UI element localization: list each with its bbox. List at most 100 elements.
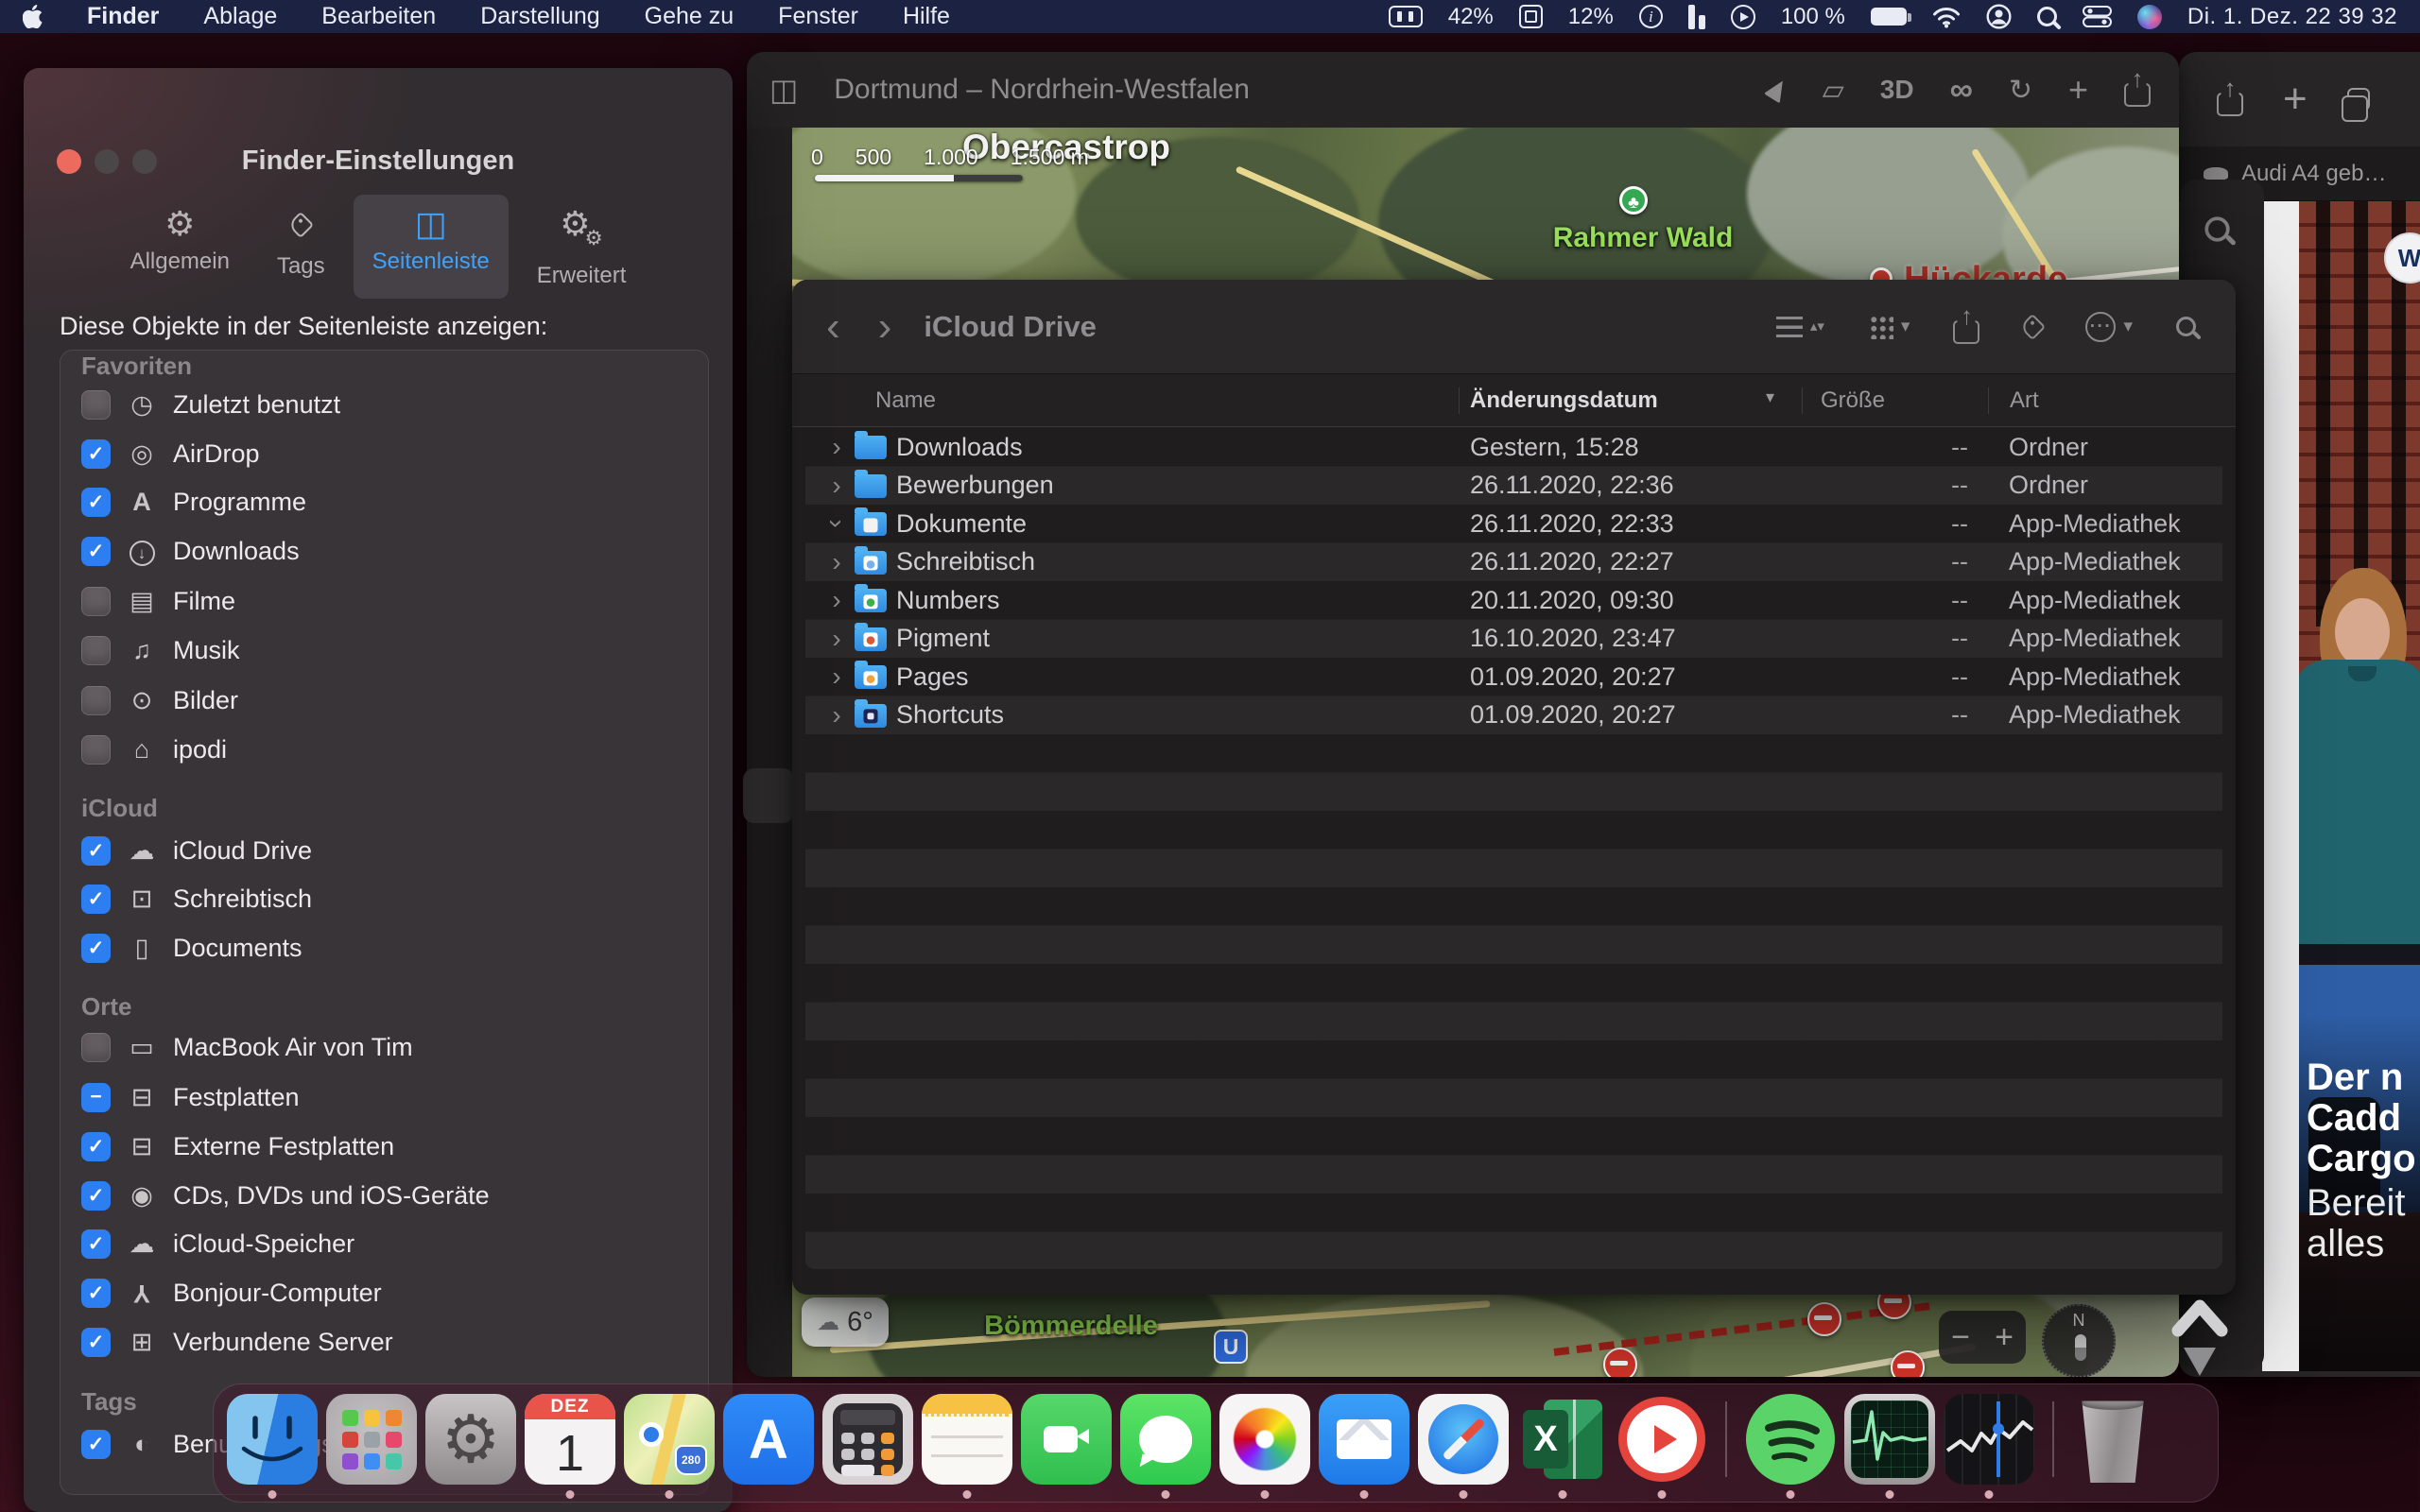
dock-item-calendar[interactable]: DEZ 1 [525, 1394, 615, 1500]
search-icon[interactable] [2176, 317, 2196, 336]
checkbox-checked[interactable]: ✓ [81, 1328, 111, 1357]
checkbox-checked[interactable]: ✓ [81, 934, 111, 963]
share-icon[interactable] [1953, 310, 1979, 344]
tag-icon[interactable] [2019, 313, 2046, 339]
park-pin-icon[interactable]: ♣ [1619, 186, 1648, 215]
checkbox-unchecked[interactable] [81, 587, 111, 616]
dock-item-mail[interactable] [1319, 1394, 1409, 1500]
dock-item-finder[interactable] [227, 1394, 318, 1500]
menu-finder[interactable]: Finder [87, 3, 159, 30]
checkbox-checked[interactable]: ✓ [81, 537, 111, 566]
list-header[interactable]: Name Änderungsdatum ▾ Größe Art [792, 374, 2236, 427]
maps-titlebar[interactable]: ◫ Dortmund – Nordrhein-Westfalen ▱ 3D ∞ … [747, 52, 2179, 128]
prefs-item-cds-dvds[interactable]: ✓ ◉ CDs, DVDs und iOS-Geräte [81, 1178, 697, 1212]
disclosure-icon[interactable]: › [826, 662, 847, 692]
disclosure-icon[interactable]: › [826, 585, 847, 615]
prefs-item-ipodi[interactable]: ⌂ ipodi [81, 732, 697, 766]
column-size[interactable]: Größe [1821, 387, 1885, 414]
file-row[interactable]: › Pigment16.10.2020, 23:47 --App-Mediath… [805, 620, 2222, 659]
disclosure-icon[interactable]: › [821, 513, 852, 534]
dock-item-youtube[interactable] [1616, 1394, 1707, 1500]
dock-item-activity-monitor[interactable] [1844, 1394, 1935, 1500]
share-icon[interactable] [2217, 82, 2243, 116]
file-row[interactable]: › DownloadsGestern, 15:28 --Ordner [805, 428, 2222, 467]
current-location-icon[interactable] [1763, 76, 1790, 103]
disclosure-icon[interactable]: › [826, 471, 847, 501]
list-view-icon[interactable]: ▴▾ [1776, 317, 1824, 337]
disclosure-icon[interactable]: › [826, 547, 847, 577]
add-pin-icon[interactable]: + [2068, 70, 2088, 110]
disclosure-icon[interactable]: › [826, 432, 847, 462]
zoom-in-button[interactable]: + [1995, 1319, 2014, 1356]
road-closed-icon[interactable] [1807, 1302, 1841, 1336]
zoom-out-button[interactable]: − [1951, 1319, 1970, 1356]
prefs-item-macbook[interactable]: ▭ MacBook Air von Tim [81, 1030, 697, 1064]
dock-item-notes[interactable] [922, 1394, 1012, 1500]
checkbox-checked[interactable]: ✓ [81, 885, 111, 914]
checkbox-checked[interactable]: ✓ [81, 836, 111, 866]
prefs-item-airdrop[interactable]: ✓ ◎ AirDrop [81, 437, 697, 471]
checkbox-checked[interactable]: ✓ [81, 1279, 111, 1308]
tab-tags[interactable]: Tags [258, 195, 344, 299]
sort-direction-icon[interactable]: ▾ [1766, 387, 1774, 407]
prefs-item-festplatten[interactable]: − ⊟ Festplatten [81, 1080, 697, 1114]
prefs-item-downloads[interactable]: ✓ ↓ Downloads [81, 534, 697, 568]
dock-item-trash[interactable] [2072, 1394, 2153, 1500]
checkbox-mixed[interactable]: − [81, 1083, 111, 1112]
prefs-item-documents[interactable]: ✓ ▯ Documents [81, 931, 697, 965]
column-date[interactable]: Änderungsdatum [1470, 387, 1658, 414]
dock-item-calculator[interactable] [822, 1394, 913, 1500]
menu-hilfe[interactable]: Hilfe [903, 3, 950, 30]
menu-gehe-zu[interactable]: Gehe zu [645, 3, 735, 30]
prefs-item-icloud-speicher[interactable]: ✓ ☁ iCloud-Speicher [81, 1227, 697, 1261]
dock-item-spotify[interactable] [1745, 1394, 1836, 1500]
dock-item-stocks[interactable] [1944, 1394, 2034, 1500]
look-around-icon[interactable]: ∞ [1950, 72, 1973, 109]
disclosure-icon[interactable]: › [826, 700, 847, 730]
forward-icon[interactable]: › [878, 303, 892, 351]
weather-widget[interactable]: ☁ 6° [802, 1297, 889, 1347]
road-closed-icon[interactable] [1603, 1348, 1637, 1377]
spotlight-search-icon[interactable] [2037, 7, 2057, 26]
checkbox-checked[interactable]: ✓ [81, 1181, 111, 1211]
cpu-icon[interactable] [1519, 5, 1543, 28]
file-row[interactable]: › Pages01.09.2020, 20:27 --App-Mediathek [805, 658, 2222, 696]
checkbox-checked[interactable]: ✓ [81, 439, 111, 469]
group-view-icon[interactable]: ▾ [1868, 314, 1910, 339]
dock-item-maps[interactable]: 280 [624, 1394, 715, 1500]
sidebar-toggle-icon[interactable]: ◫ [769, 72, 798, 108]
prefs-item-externe-festplatten[interactable]: ✓ ⊟ Externe Festplatten [81, 1129, 697, 1163]
checkbox-checked[interactable]: ✓ [81, 1430, 111, 1459]
file-row[interactable]: › Dokumente26.11.2020, 22:33 --App-Media… [805, 505, 2222, 543]
prefs-item-bilder[interactable]: ⊙ Bilder [81, 683, 697, 717]
prefs-item-musik[interactable]: ♫ Musik [81, 633, 697, 667]
scroll-up-indicator[interactable] [2169, 1291, 2231, 1382]
checkbox-checked[interactable]: ✓ [81, 1132, 111, 1161]
directions-icon[interactable]: ↻ [2009, 74, 2032, 107]
vw-caddy-ad[interactable]: Der n Cadd Cargo Bereit alles [2299, 201, 2420, 1371]
more-actions-icon[interactable]: ···▾ [2085, 312, 2133, 342]
file-row[interactable]: › Schreibtisch26.11.2020, 22:27 --App-Me… [805, 543, 2222, 582]
map-mode-icon[interactable]: ▱ [1823, 74, 1844, 107]
tab-seitenleiste[interactable]: ◫ Seitenleiste [354, 195, 509, 299]
prefs-item-icloud-drive[interactable]: ✓ ☁ iCloud Drive [81, 833, 697, 868]
share-icon[interactable] [2124, 73, 2151, 107]
tab-erweitert[interactable]: ⚙⚙ Erweitert [518, 195, 646, 299]
apple-menu-icon[interactable] [23, 5, 43, 28]
checkbox-checked[interactable]: ✓ [81, 488, 111, 517]
tab-allgemein[interactable]: ⚙ Allgemein [112, 195, 249, 299]
checkbox-unchecked[interactable] [81, 390, 111, 420]
dock-item-launchpad[interactable] [326, 1394, 417, 1500]
prefs-item-programme[interactable]: ✓ A Programme [81, 485, 697, 519]
bars-status-icon[interactable] [1688, 5, 1705, 29]
dock-item-photos[interactable] [1219, 1394, 1310, 1500]
column-name[interactable]: Name [875, 387, 936, 414]
play-status-icon[interactable] [1731, 5, 1755, 29]
tab-overview-icon[interactable] [2347, 88, 2370, 111]
checkbox-unchecked[interactable] [81, 686, 111, 715]
safari-tab-title[interactable]: Audi A4 geb… [2241, 161, 2386, 187]
dock-item-system-preferences[interactable]: ⚙ [425, 1394, 516, 1500]
wifi-icon[interactable] [1932, 6, 1961, 28]
menu-bar-clock[interactable]: Di. 1. Dez. 22 39 32 [2187, 4, 2397, 30]
maps-sidebar-button[interactable] [743, 768, 794, 823]
